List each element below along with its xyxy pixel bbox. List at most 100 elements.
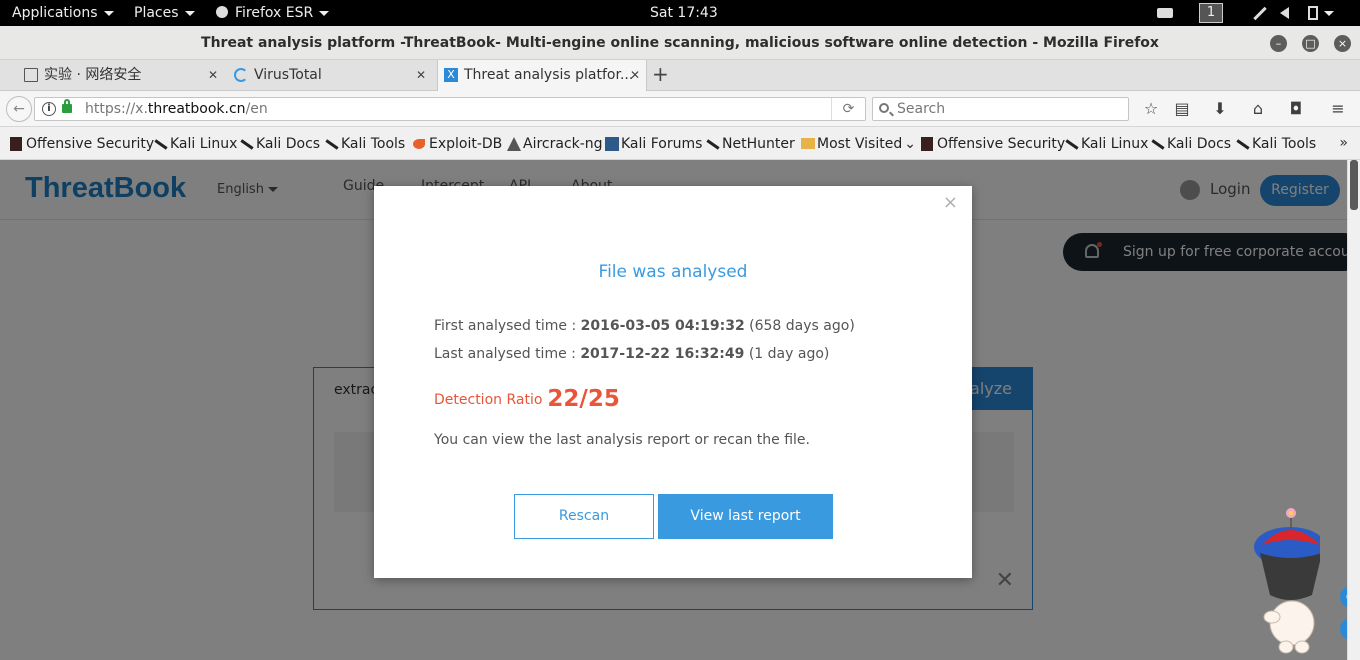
bookmark-label: Exploit-DB (429, 136, 503, 152)
kali-dragon-icon (154, 139, 168, 150)
new-tab-button[interactable]: + (652, 60, 669, 91)
minimize-button[interactable]: – (1270, 35, 1287, 52)
url-path: /en (245, 101, 268, 117)
scrollbar-thumb[interactable] (1350, 160, 1358, 210)
applications-label: Applications (12, 5, 98, 21)
bookmark-offensive-security[interactable]: Offensive Security (919, 127, 1065, 160)
search-input[interactable]: Search (872, 97, 1129, 121)
more-bookmarks-icon[interactable]: » (1339, 127, 1348, 160)
mascot-illustration (1254, 508, 1320, 654)
bookmark-kali-docs[interactable]: Kali Docs (1149, 127, 1231, 160)
bookmark-kali-forums[interactable]: Kali Forums (603, 127, 702, 160)
bookmark-kali-docs[interactable]: Kali Docs (238, 127, 320, 160)
kali-dragon-icon (240, 139, 254, 150)
threatbook-icon: X (444, 68, 458, 82)
places-menu[interactable]: Places (134, 0, 195, 26)
info-icon[interactable]: i (42, 102, 56, 116)
bookmark-kali-linux[interactable]: Kali Linux (1063, 127, 1148, 160)
last-analysed-label: Last analysed time : (434, 346, 581, 362)
detection-ratio: Detection Ratio 22/25 (434, 386, 620, 412)
bookmark-label: NetHunter (722, 136, 795, 152)
close-tab-icon[interactable]: ✕ (630, 60, 640, 90)
search-icon (879, 103, 889, 113)
bookmark-star-icon[interactable]: ☆ (1141, 99, 1161, 119)
close-icon[interactable]: × (943, 192, 958, 213)
first-analysed-time: 2016-03-05 04:19:32 (580, 318, 745, 334)
places-label: Places (134, 5, 179, 21)
hamburger-menu-icon[interactable]: ≡ (1328, 99, 1348, 119)
folder-icon (801, 138, 815, 149)
firefox-menu[interactable]: Firefox ESR (216, 0, 330, 26)
view-last-report-button[interactable]: View last report (658, 494, 833, 539)
page-scrollbar[interactable] (1347, 160, 1360, 660)
search-placeholder: Search (897, 101, 946, 117)
dialog-note: You can view the last analysis report or… (434, 432, 810, 448)
reload-icon[interactable]: ⟳ (831, 98, 865, 120)
battery-icon[interactable] (1308, 0, 1334, 26)
url-bar[interactable]: i https://x.threatbook.cn/en ⟳ (34, 97, 866, 121)
browser-label: Firefox ESR (235, 5, 314, 21)
pen-icon[interactable] (1252, 0, 1268, 26)
video-camera-icon[interactable] (1157, 0, 1173, 26)
window-title: Threat analysis platform -ThreatBook- Mu… (201, 35, 1159, 51)
loading-icon (234, 68, 248, 82)
bookmark-aircrack-ng[interactable]: Aircrack-ng (505, 127, 603, 160)
offensive-security-icon (10, 137, 22, 151)
navigation-toolbar: ← i https://x.threatbook.cn/en ⟳ Search … (0, 91, 1360, 127)
bookmark-label: Most Visited (817, 136, 903, 152)
bookmark-offensive-security[interactable]: Offensive Security (8, 127, 154, 160)
window-title-bar: Threat analysis platform -ThreatBook- Mu… (0, 26, 1360, 60)
chevron-down-icon (184, 10, 195, 16)
firefox-icon (216, 6, 228, 18)
bookmark-label: Kali Tools (341, 136, 406, 152)
bookmark-kali-tools[interactable]: Kali Tools (323, 127, 405, 160)
bookmark-nethunter[interactable]: NetHunter (704, 127, 795, 160)
bookmark-label: Aircrack-ng (523, 136, 603, 152)
reading-list-icon[interactable]: ▤ (1172, 99, 1192, 119)
kali-dragon-icon (706, 139, 720, 150)
pocket-icon[interactable]: ◘ (1286, 99, 1306, 119)
bookmark-label: Kali Linux (1081, 136, 1149, 152)
bookmark-most-visited[interactable]: Most Visited ⌄ (799, 127, 916, 160)
workspace-indicator[interactable]: 1 (1199, 3, 1223, 23)
bookmark-kali-linux[interactable]: Kali Linux (152, 127, 237, 160)
download-icon[interactable]: ⬇ (1210, 99, 1230, 119)
chevron-down-icon (103, 10, 114, 16)
chevron-down-icon (319, 10, 330, 16)
offensive-security-icon (921, 137, 933, 151)
bookmark-label: Kali Docs (1167, 136, 1232, 152)
bookmark-exploit-db[interactable]: Exploit-DB (411, 127, 502, 160)
close-window-button[interactable]: × (1334, 35, 1351, 52)
first-analysed-ago: (658 days ago) (744, 318, 855, 334)
detection-ratio-label: Detection Ratio (434, 392, 543, 408)
home-icon[interactable]: ⌂ (1248, 99, 1268, 119)
analysis-result-dialog: × File was analysed First analysed time … (374, 186, 972, 578)
volume-icon[interactable] (1280, 0, 1289, 26)
web-page: ThreatBook English Guide Intercept API A… (0, 160, 1347, 660)
dialog-title: File was analysed (598, 262, 748, 282)
tab-security-lab[interactable]: 实验 · 网络安全 ✕ (18, 60, 224, 91)
close-tab-icon[interactable]: ✕ (416, 60, 426, 90)
tab-label: Threat analysis platfor... (464, 67, 634, 83)
tab-virustotal[interactable]: VirusTotal ✕ (228, 60, 432, 91)
maximize-button[interactable]: □ (1302, 35, 1319, 52)
kali-dragon-icon (1065, 139, 1079, 150)
bookmarks-toolbar: Offensive Security Kali Linux Kali Docs … (0, 127, 1360, 160)
kali-dragon-icon (1236, 139, 1250, 150)
close-tab-icon[interactable]: ✕ (208, 60, 218, 90)
last-analysed-time: 2017-12-22 16:32:49 (580, 346, 745, 362)
tab-threatbook[interactable]: X Threat analysis platfor... ✕ (437, 60, 647, 91)
back-button[interactable]: ← (6, 96, 32, 122)
book-icon (24, 68, 38, 82)
first-analysed-line: First analysed time : 2016-03-05 04:19:3… (434, 318, 855, 334)
lock-icon[interactable] (62, 99, 72, 113)
kali-dragon-icon (325, 139, 339, 150)
bookmark-label: Kali Forums (621, 136, 703, 152)
clock[interactable]: Sat 17:43 (650, 0, 718, 26)
system-top-bar: Applications Places Firefox ESR Sat 17:4… (0, 0, 1360, 26)
rescan-button[interactable]: Rescan (514, 494, 654, 539)
last-analysed-line: Last analysed time : 2017-12-22 16:32:49… (434, 346, 829, 362)
bookmark-label: Offensive Security (26, 136, 155, 152)
applications-menu[interactable]: Applications (12, 0, 114, 26)
bookmark-kali-tools[interactable]: Kali Tools (1234, 127, 1316, 160)
